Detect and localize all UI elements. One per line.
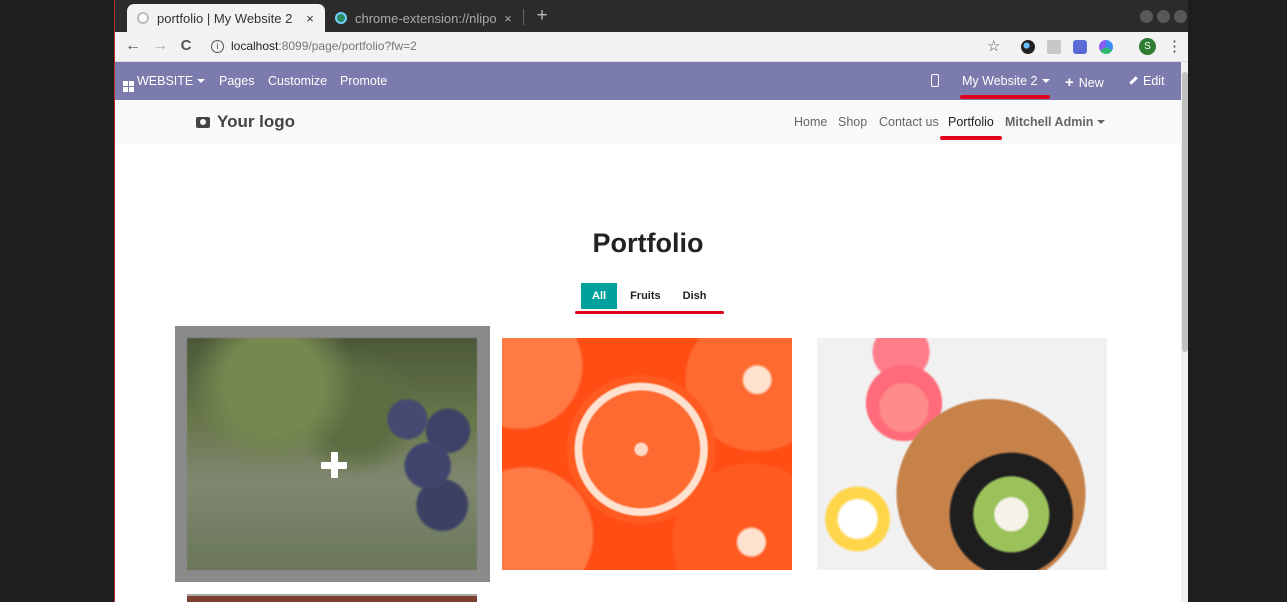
window-controls xyxy=(1140,10,1187,23)
website-switcher[interactable]: My Website 2 xyxy=(962,74,1050,88)
annotation-underline xyxy=(960,95,1050,99)
browser-window: portfolio | My Website 2 × chrome-extens… xyxy=(114,0,1188,602)
address-toolbar: ← → C i localhost:8099/page/portfolio?fw… xyxy=(115,32,1188,62)
extension-icon[interactable] xyxy=(1047,40,1061,54)
plus-icon: + xyxy=(1065,74,1074,91)
chevron-down-icon xyxy=(197,79,206,83)
desktop: portfolio | My Website 2 × chrome-extens… xyxy=(0,0,1287,602)
website-menu[interactable]: WEBSITE xyxy=(123,74,206,92)
chevron-down-icon xyxy=(1041,79,1050,83)
mobile-preview-icon[interactable] xyxy=(931,74,939,87)
apps-grid-icon xyxy=(123,81,134,92)
filter-dish[interactable]: Dish xyxy=(672,283,718,309)
portfolio-image-dish[interactable] xyxy=(817,338,1107,570)
page-scrollbar[interactable] xyxy=(1181,62,1188,602)
url-path: :8099/page/portfolio?fw=2 xyxy=(278,39,417,53)
extension-icon[interactable] xyxy=(1099,40,1113,54)
reload-icon[interactable]: C xyxy=(176,37,196,54)
website-menu-label: WEBSITE xyxy=(137,74,194,88)
filter-fruits[interactable]: Fruits xyxy=(619,283,672,309)
info-icon[interactable]: i xyxy=(211,39,224,53)
new-button[interactable]: + New xyxy=(1065,74,1104,91)
bookmark-star-icon[interactable]: ☆ xyxy=(987,37,1003,55)
extension-favicon-icon xyxy=(335,12,347,24)
url-host: localhost xyxy=(231,39,279,53)
pencil-icon xyxy=(1129,76,1138,85)
promote-menu[interactable]: Promote xyxy=(340,74,387,88)
nav-contact-us[interactable]: Contact us xyxy=(879,115,939,129)
tab-extension[interactable]: chrome-extension://nlipo × xyxy=(327,4,523,32)
close-tab-icon[interactable]: × xyxy=(499,11,517,26)
extension-icon[interactable] xyxy=(1073,40,1087,54)
new-tab-button[interactable]: + xyxy=(533,5,551,27)
annotation-underline xyxy=(575,311,724,314)
tab-strip: portfolio | My Website 2 × chrome-extens… xyxy=(115,0,1188,32)
close-tab-icon[interactable]: × xyxy=(301,11,319,26)
scrollbar-thumb[interactable] xyxy=(1182,72,1188,352)
nav-shop[interactable]: Shop xyxy=(838,115,867,129)
zoom-plus-icon[interactable] xyxy=(321,452,349,480)
filter-all[interactable]: All xyxy=(581,283,618,309)
customize-menu[interactable]: Customize xyxy=(268,74,327,88)
edit-button-label: Edit xyxy=(1143,74,1165,88)
portfolio-filters: All Fruits Dish xyxy=(581,283,717,309)
pages-menu[interactable]: Pages xyxy=(219,74,254,88)
nav-home[interactable]: Home xyxy=(794,115,827,129)
favicon-icon xyxy=(137,12,149,24)
portfolio-image-oranges[interactable] xyxy=(502,338,792,570)
maximize-icon[interactable] xyxy=(1157,10,1170,23)
window-close-icon[interactable] xyxy=(1174,10,1187,23)
user-menu[interactable]: Mitchell Admin xyxy=(1005,115,1106,129)
tab-portfolio[interactable]: portfolio | My Website 2 × xyxy=(127,4,325,32)
minimize-icon[interactable] xyxy=(1140,10,1153,23)
profile-avatar[interactable]: S xyxy=(1139,38,1156,55)
forward-icon[interactable]: → xyxy=(150,37,170,55)
camera-icon xyxy=(196,116,210,128)
website-switcher-label: My Website 2 xyxy=(962,74,1038,88)
user-name: Mitchell Admin xyxy=(1005,115,1094,129)
chevron-down-icon xyxy=(1097,120,1106,124)
new-button-label: New xyxy=(1078,76,1104,90)
nav-portfolio[interactable]: Portfolio xyxy=(948,115,994,129)
url-field[interactable]: i localhost:8099/page/portfolio?fw=2 xyxy=(211,39,417,53)
browser-menu-icon[interactable]: ⋮ xyxy=(1167,37,1182,55)
back-icon[interactable]: ← xyxy=(123,37,143,55)
page-title: Portfolio xyxy=(592,228,704,258)
extension-icon[interactable] xyxy=(1021,40,1035,54)
site-logo[interactable]: Your logo xyxy=(196,112,295,132)
portfolio-image-partial[interactable] xyxy=(187,594,477,602)
tab-title: portfolio | My Website 2 xyxy=(157,10,293,26)
logo-text: Your logo xyxy=(217,112,296,131)
annotation-underline xyxy=(940,136,1002,140)
site-header: Your logo Home Shop Contact us Portfolio… xyxy=(115,100,1181,144)
tab-divider xyxy=(523,9,524,25)
edit-button[interactable]: Edit xyxy=(1129,74,1165,88)
tab-title: chrome-extension://nlipo xyxy=(355,10,497,26)
